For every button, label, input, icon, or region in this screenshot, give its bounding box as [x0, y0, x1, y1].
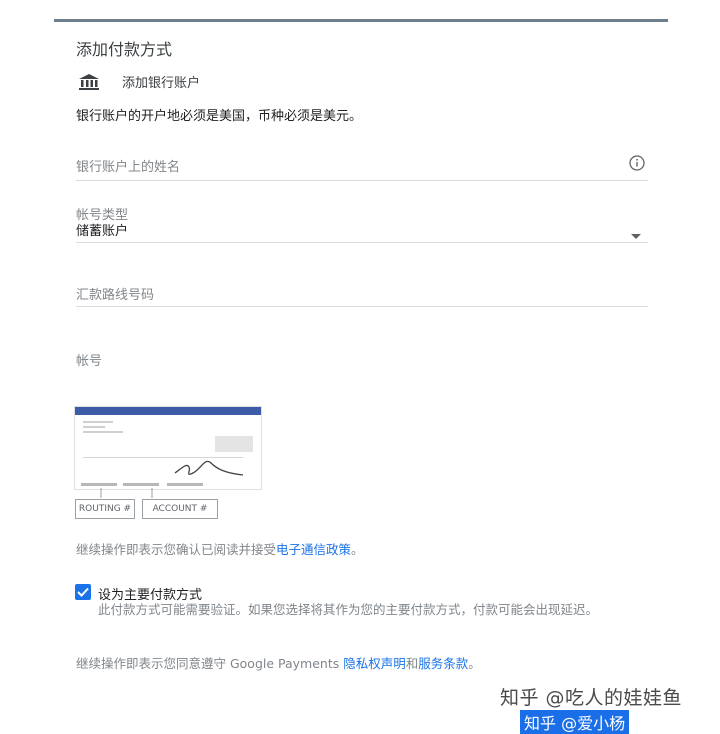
bank-option-label: 添加银行账户 [122, 76, 201, 91]
privacy-policy-link[interactable]: 隐私权声明 [343, 656, 406, 671]
bank-account-option[interactable]: 添加银行账户 [78, 72, 200, 91]
primary-payment-description: 此付款方式可能需要验证。如果您选择将其作为您的主要付款方式，付款可能会出现延迟。 [98, 602, 599, 617]
terms-notice: 继续操作即表示您同意遵守 Google Payments 隐私权声明和服务条款。 [76, 653, 481, 672]
check-drawing [81, 421, 253, 486]
routing-number-input[interactable]: 汇款路线号码 [76, 284, 154, 303]
bank-icon [78, 73, 100, 91]
primary-payment-checkbox[interactable] [75, 584, 91, 600]
currency-notice: 银行账户的开户地必须是美国，币种必须是美元。 [76, 109, 363, 124]
info-icon[interactable] [629, 155, 645, 171]
checkmark-icon [77, 587, 89, 597]
account-number-label: ACCOUNT # [142, 499, 218, 519]
watermark-text-secondary: 知乎 @爱小杨 [520, 710, 630, 734]
e-communication-policy-link[interactable]: 电子通信政策 [276, 542, 351, 557]
routing-field-underline [76, 306, 648, 307]
account-number-input[interactable]: 帐号 [76, 350, 102, 369]
consent-text: 继续操作即表示您确认已阅读并接受 [76, 542, 277, 557]
account-holder-name-input[interactable]: 银行账户上的姓名 [76, 156, 180, 175]
routing-number-label: ROUTING # [75, 499, 135, 519]
e-communication-consent: 继续操作即表示您确认已阅读并接受电子通信政策。 [76, 539, 364, 558]
page-title: 添加付款方式 [76, 40, 173, 59]
consent-suffix: 。 [351, 542, 364, 557]
terms-and: 和 [405, 656, 419, 671]
account-type-value: 储蓄账户 [76, 224, 129, 239]
name-field-underline [76, 180, 648, 181]
terms-of-service-link[interactable]: 服务条款 [418, 656, 468, 671]
terms-text: 继续操作即表示您同意遵守 Google Payments [76, 656, 344, 671]
account-type-underline [76, 242, 648, 243]
check-illustration [74, 406, 262, 490]
top-divider [54, 19, 668, 22]
account-type-select[interactable]: 帐号类型 储蓄账户 [76, 204, 128, 239]
watermark-text: 知乎 @吃人的娃娃鱼 [500, 687, 683, 709]
terms-suffix: 。 [468, 656, 481, 671]
